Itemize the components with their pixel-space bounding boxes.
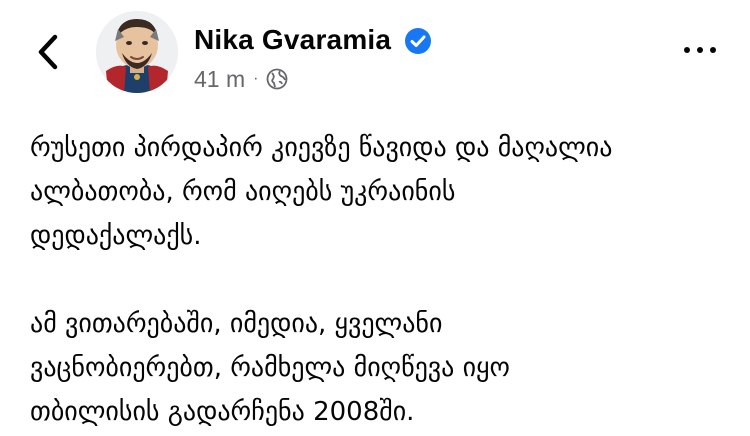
avatar[interactable] xyxy=(96,11,178,93)
post-timestamp[interactable]: 41 m xyxy=(194,66,245,93)
globe-icon xyxy=(267,68,288,90)
post-meta: 41 m · xyxy=(194,64,288,94)
author-name[interactable]: Nika Gvaramia xyxy=(194,24,391,56)
post-paragraph: რუსეთი პირდაპირ კიევზე წავიდა და მაღალია… xyxy=(30,133,613,251)
chevron-left-icon xyxy=(38,34,58,70)
post-paragraph: ამ ვითარებაში, იმედია, ყველანი ვაცნობიერ… xyxy=(30,309,510,427)
post-text: რუსეთი პირდაპირ კიევზე წავიდა და მაღალია… xyxy=(30,126,730,434)
more-options-button[interactable] xyxy=(680,38,720,62)
verified-badge-icon xyxy=(405,28,431,54)
back-button[interactable] xyxy=(28,30,68,74)
meta-separator: · xyxy=(253,70,259,87)
cartoon-avatar-icon xyxy=(96,11,178,93)
post-header: Nika Gvaramia 41 m · xyxy=(0,0,750,110)
more-options-icon xyxy=(684,47,690,53)
